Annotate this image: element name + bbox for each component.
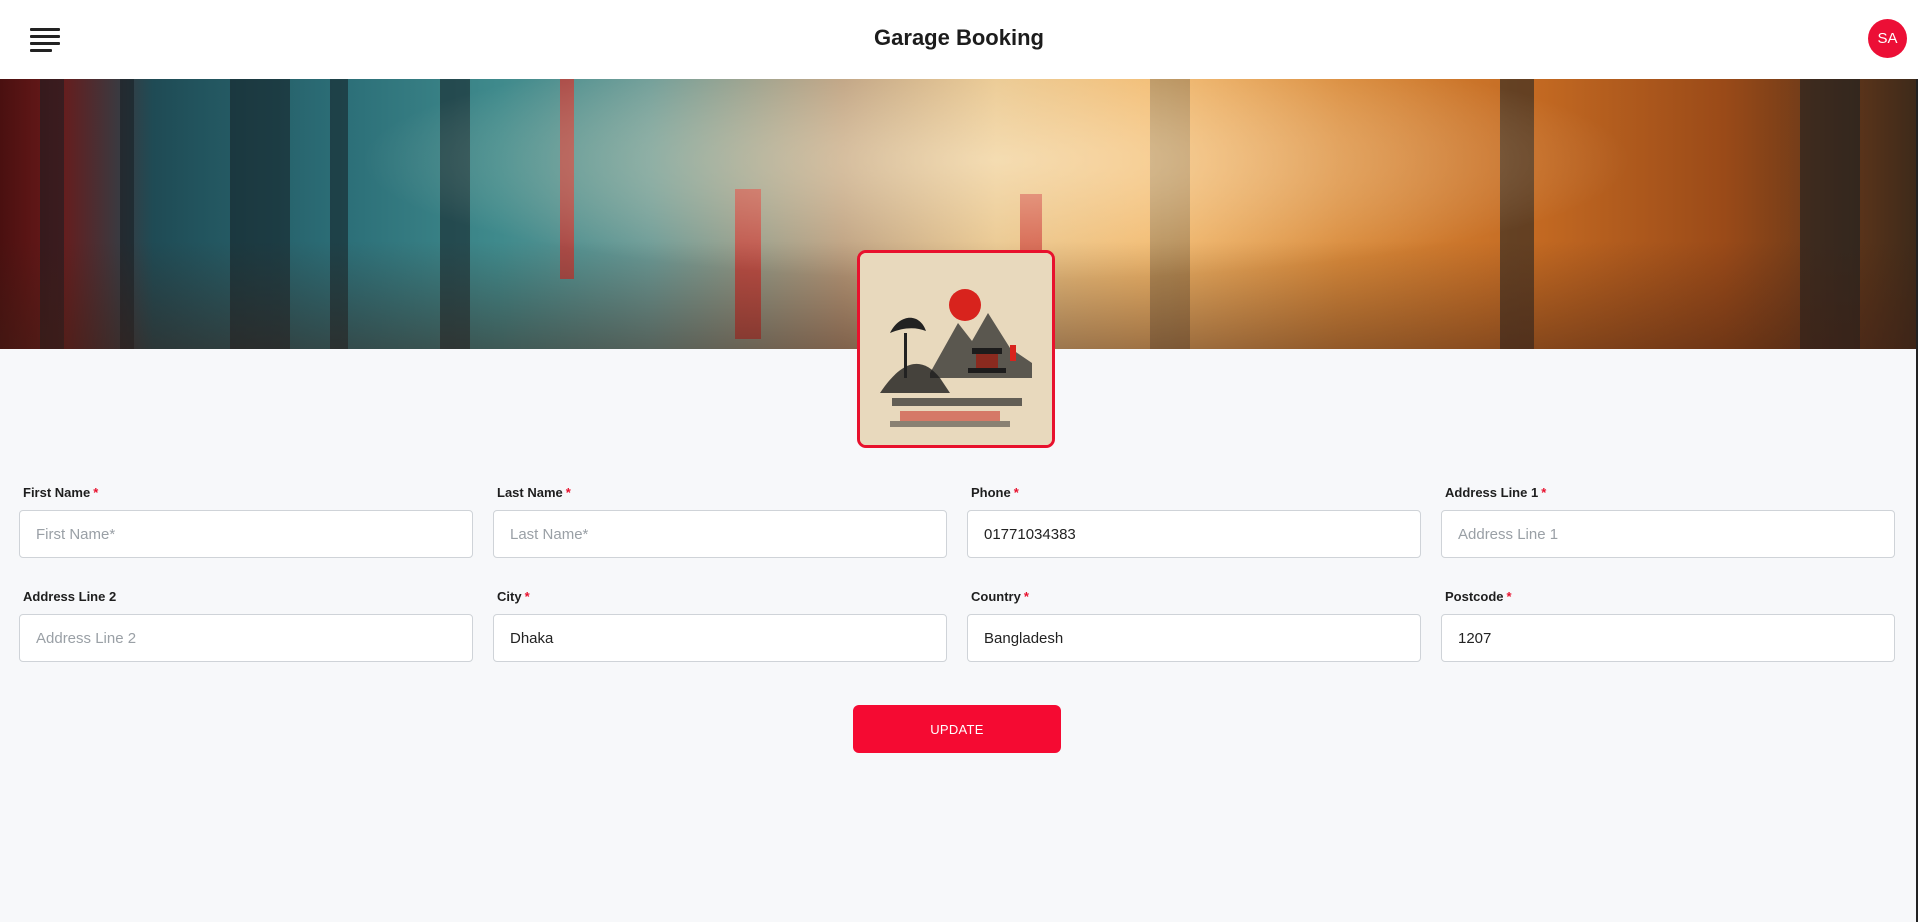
address-line-1-label: Address Line 1 * — [1445, 485, 1547, 500]
first-name-input[interactable] — [19, 510, 473, 558]
postcode-field: Postcode * — [1441, 589, 1895, 662]
postcode-input[interactable] — [1441, 614, 1895, 662]
last-name-field: Last Name * — [493, 485, 947, 558]
first-name-field: First Name * — [19, 485, 473, 558]
address-line-1-field: Address Line 1 * — [1441, 485, 1895, 558]
country-label: Country * — [971, 589, 1029, 604]
user-avatar[interactable]: SA — [1868, 19, 1907, 58]
city-label: City * — [497, 589, 530, 604]
address-line-2-label: Address Line 2 — [23, 589, 117, 604]
phone-field: Phone * — [967, 485, 1421, 558]
city-field: City * — [493, 589, 947, 662]
city-input[interactable] — [493, 614, 947, 662]
first-name-label: First Name * — [23, 485, 99, 500]
country-input[interactable] — [967, 614, 1421, 662]
update-button[interactable]: UPDATE — [853, 705, 1061, 753]
address-line-2-field: Address Line 2 — [19, 589, 473, 662]
last-name-input[interactable] — [493, 510, 947, 558]
country-field: Country * — [967, 589, 1421, 662]
profile-picture[interactable] — [857, 250, 1055, 448]
phone-label: Phone * — [971, 485, 1019, 500]
last-name-label: Last Name * — [497, 485, 571, 500]
phone-input[interactable] — [967, 510, 1421, 558]
postcode-label: Postcode * — [1445, 589, 1512, 604]
address-line-2-input[interactable] — [19, 614, 473, 662]
page-title: Garage Booking — [874, 25, 1044, 50]
ink-landscape-image — [860, 253, 1052, 445]
top-app-bar: Garage Booking SA — [0, 0, 1918, 79]
address-line-1-input[interactable] — [1441, 510, 1895, 558]
